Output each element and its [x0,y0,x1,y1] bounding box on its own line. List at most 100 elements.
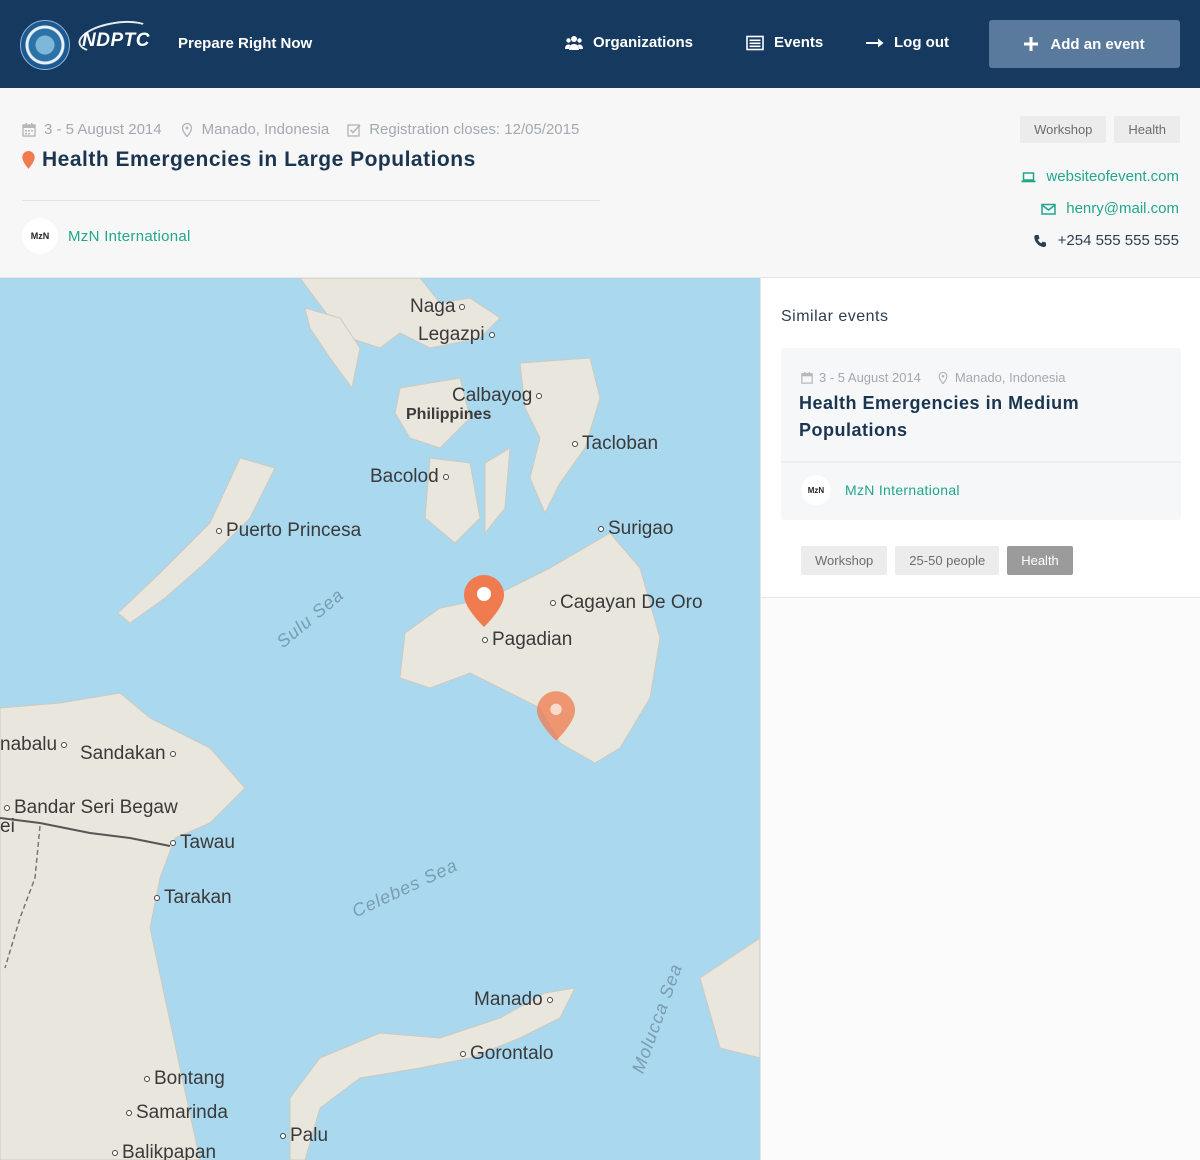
event-tags: Workshop Health [1020,116,1180,143]
map-city-bacolod: Bacolod [370,466,453,488]
similar-event-card[interactable]: 3 - 5 August 2014 Manado, Indonesia Heal… [781,348,1181,520]
city-dot [572,440,578,447]
map-city-bontang-text: Bontang [154,1068,225,1089]
similar-org-name[interactable]: MzN International [845,482,960,498]
event-location: Manado, Indonesia [180,121,330,138]
calendar-icon [22,122,36,137]
filter-25-50-people[interactable]: 25-50 people [895,546,1000,575]
event-registration-text: Registration closes: 12/05/2015 [369,121,580,138]
calendar-icon [801,371,813,384]
similar-event-location: Manado, Indonesia [937,370,1066,385]
map-city-manado: Manado [474,989,557,1011]
plus-icon [1024,37,1039,51]
similar-event-location-text: Manado, Indonesia [954,370,1066,385]
map-city-sandakan-text: Sandakan [80,743,166,764]
city-dot [170,839,176,846]
map-city-naga-text: Naga [410,296,456,317]
city-dot [61,741,68,748]
event-email[interactable]: henry@mail.com [1041,200,1179,217]
map-city-balikpapan-text: Balikpapan [122,1142,217,1160]
map-city-tawau-text: Tawau [180,832,235,853]
city-dot [144,1075,150,1082]
map-city-tarakan-text: Tarakan [164,887,232,908]
nav-events[interactable]: Events [746,34,823,51]
city-dot [546,996,553,1003]
event-title-text: Health Emergencies in Large Populations [42,148,476,171]
city-dot [460,1050,466,1057]
city-dot [126,1109,132,1116]
city-dot [4,804,10,811]
map-city-samarinda-text: Samarinda [136,1102,228,1123]
event-meta: 3 - 5 August 2014 Manado, Indonesia Regi… [22,121,579,138]
similar-events-panel: Similar events 3 - 5 August 2014 Manado,… [760,278,1200,1160]
event-phone-text: +254 555 555 555 [1057,232,1179,249]
city-dot [280,1132,286,1139]
org-name[interactable]: MzN International [68,228,191,245]
tag-health[interactable]: Health [1114,116,1180,143]
city-dot [598,525,604,532]
map-city-manado-text: Manado [474,989,543,1010]
city-dot [550,599,556,606]
nav-logout[interactable]: Log out [866,34,949,51]
org-logo: MzN [22,218,58,254]
map-city-palu: Palu [276,1125,328,1147]
map-pin-primary[interactable] [463,574,505,628]
filter-workshop[interactable]: Workshop [801,546,888,575]
city-dot [216,527,222,534]
city-dot [442,473,449,480]
tagline[interactable]: Prepare Right Now [178,35,312,52]
nav-organizations[interactable]: Organizations [565,34,693,51]
map-city-bandar-text: Bandar Seri Begaw [14,797,178,818]
phone-icon [1033,234,1046,247]
map-pin-secondary[interactable] [536,690,576,742]
header-divider [22,200,600,201]
map-city-kinabalu: nabalu [0,734,71,756]
checkbox-icon [347,123,361,137]
event-website[interactable]: websiteofevent.com [1021,168,1179,185]
users-icon [565,35,583,50]
map-city-naga: Naga [410,296,469,318]
filter-health[interactable]: Health [1007,546,1073,575]
map-city-sandakan: Sandakan [80,743,180,765]
map-city-legazpi: Legazpi [418,324,499,346]
add-event-button[interactable]: Add an event [989,20,1180,68]
nav-organizations-label: Organizations [593,34,694,51]
similar-event-organization[interactable]: MzN MzN International [801,475,960,505]
envelope-icon [1041,203,1056,215]
similar-event-date: 3 - 5 August 2014 [801,370,921,385]
event-organization[interactable]: MzN MzN International [22,218,191,254]
map-city-ei: ei [0,816,15,837]
map-city-tacloban-text: Tacloban [582,433,659,454]
map-city-palu-text: Palu [290,1125,329,1146]
map-city-puerto-princesa-text: Puerto Princesa [226,520,362,541]
event-title: Health Emergencies in Large Populations [22,148,476,172]
similar-event-date-text: 3 - 5 August 2014 [819,370,921,385]
list-icon [746,35,764,50]
city-dot [536,392,543,399]
top-navbar: NDPTC Prepare Right Now Organizations Ev… [0,0,1200,88]
event-map[interactable]: Naga Legazpi Calbayog Philippines Taclob… [0,278,760,1160]
map-marker-icon [938,371,948,384]
map-city-legazpi-text: Legazpi [418,324,485,345]
ndptc-wordmark[interactable]: NDPTC [75,15,155,59]
nav-events-label: Events [774,34,824,51]
ndptc-seal-logo[interactable] [20,20,70,70]
map-city-pagadian: Pagadian [478,629,572,651]
map-city-surigao-text: Surigao [608,518,674,539]
map-city-tawau: Tawau [166,832,235,854]
event-website-text[interactable]: websiteofevent.com [1046,168,1179,185]
similar-filter-tags: Workshop 25-50 people Health [801,546,1073,575]
similar-event-meta: 3 - 5 August 2014 Manado, Indonesia [801,370,1066,385]
city-dot [488,331,495,338]
city-dot [112,1149,118,1156]
city-dot [482,636,488,643]
map-city-bacolod-text: Bacolod [370,466,439,487]
event-email-text[interactable]: henry@mail.com [1066,200,1179,217]
tag-workshop[interactable]: Workshop [1020,116,1107,143]
org-logo: MzN [801,475,831,505]
event-location-text: Manado, Indonesia [201,121,330,138]
similar-event-title[interactable]: Health Emergencies in Medium Populations [799,390,1129,444]
laptop-icon [1021,171,1036,182]
event-date-text: 3 - 5 August 2014 [44,121,162,138]
map-city-balikpapan: Balikpapan [108,1142,216,1160]
